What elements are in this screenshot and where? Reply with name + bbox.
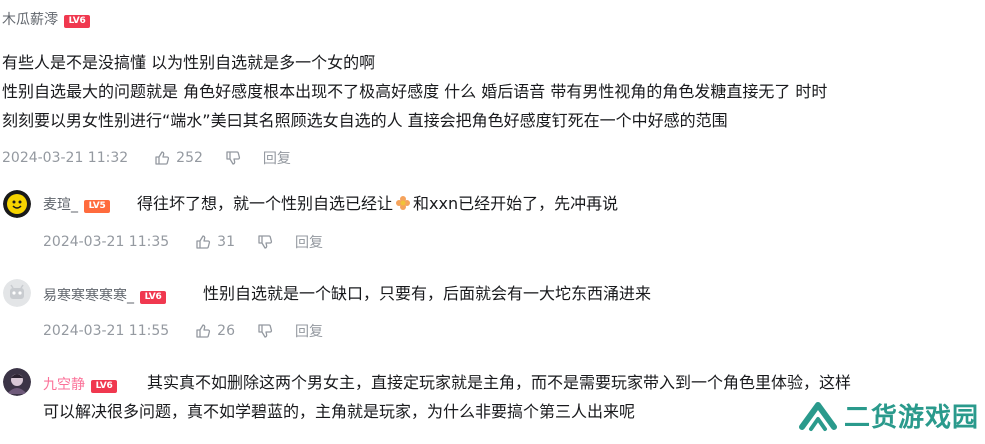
comment-1-like-count: 252 [176, 150, 203, 166]
dislike-button[interactable] [257, 323, 273, 339]
comment-1-username[interactable]: 木瓜薪澪 [2, 12, 58, 28]
reply-button[interactable]: 回复 [295, 232, 323, 252]
thumbs-up-icon [196, 235, 211, 249]
avatar-image [3, 368, 31, 396]
level-badge: LV6 [64, 15, 90, 28]
watermark-text: 二货游戏园 [844, 403, 980, 433]
thumbs-down-icon [258, 235, 273, 249]
avatar[interactable] [3, 279, 31, 307]
avatar-image [3, 190, 31, 218]
avatar[interactable] [3, 368, 31, 396]
comment-3-like-count: 26 [217, 323, 235, 339]
comment-4-line-1: 其实真不如删除这两个男女主，直接定玩家就是主角，而不是需要玩家带入到一个角色里体… [147, 373, 852, 392]
comment-3-username[interactable]: 易寒寒寒寒寒_ [43, 288, 134, 304]
thumbs-down-icon [226, 151, 240, 165]
like-button[interactable]: 26 [195, 323, 235, 339]
reply-button[interactable]: 回复 [295, 321, 323, 341]
thumbs-up-icon [196, 324, 211, 338]
comment-3-time: 2024-03-21 11:55 [43, 323, 170, 339]
comment-1-line-3: 刻刻要以男女性别进行“端水”美曰其名照顾选女自选的人 直接会把角色好感度钉死在一… [2, 111, 728, 130]
watermark-logo-icon [799, 401, 837, 431]
comment-2-time: 2024-03-21 11:35 [43, 234, 170, 250]
comment-2-username[interactable]: 麦瑄_ [43, 197, 78, 213]
avatar-image [3, 279, 31, 307]
reply-button[interactable]: 回复 [263, 148, 291, 168]
dislike-button[interactable] [257, 234, 273, 250]
flower-emoji-icon [395, 191, 411, 210]
comment-1-line-1: 有些人是不是没搞懂 以为性别自选就是多一个女的啊 [2, 53, 376, 72]
dislike-button[interactable] [225, 150, 241, 166]
comment-1-username-row: 木瓜薪澪 LV6 [2, 9, 90, 29]
watermark: 二货游戏园 [798, 397, 979, 434]
thumbs-up-icon [155, 151, 170, 165]
comment-2-like-count: 31 [217, 234, 235, 250]
comment-2-text-after: 和xxn已经开始了，先冲再说 [413, 194, 619, 213]
comment-2-text-before: 得往坏了想，就一个性别自选已经让 [137, 194, 394, 213]
comment-1-meta: 2024-03-21 11:32 252 回复 [2, 148, 291, 168]
comment-1-content: 有些人是不是没搞懂 以为性别自选就是多一个女的啊 性别自选最大的问题就是 角色好… [2, 48, 982, 135]
comment-1-time: 2024-03-21 11:32 [2, 150, 129, 166]
avatar[interactable] [3, 190, 31, 218]
level-badge: LV5 [84, 200, 110, 213]
like-button[interactable]: 252 [154, 150, 203, 166]
comment-3-content: 性别自选就是一个缺口，只要有，后面就会有一大坨东西涌进来 [203, 284, 652, 303]
comment-3-username-row: 易寒寒寒寒寒_ LV6 [43, 285, 166, 305]
level-badge: LV6 [140, 291, 166, 304]
comment-2-content: 得往坏了想，就一个性别自选已经让 和xxn已经开始了，先冲再说 [137, 189, 618, 218]
comment-2-meta: 2024-03-21 11:35 31 回复 [43, 232, 323, 252]
thumbs-down-icon [258, 324, 273, 338]
comment-2-username-row: 麦瑄_ LV5 [43, 194, 110, 214]
comment-3-meta: 2024-03-21 11:55 26 回复 [43, 321, 323, 341]
like-button[interactable]: 31 [195, 234, 235, 250]
comment-1-line-2: 性别自选最大的问题就是 角色好感度根本出现不了极高好感度 什么 婚后语音 带有男… [2, 82, 828, 101]
